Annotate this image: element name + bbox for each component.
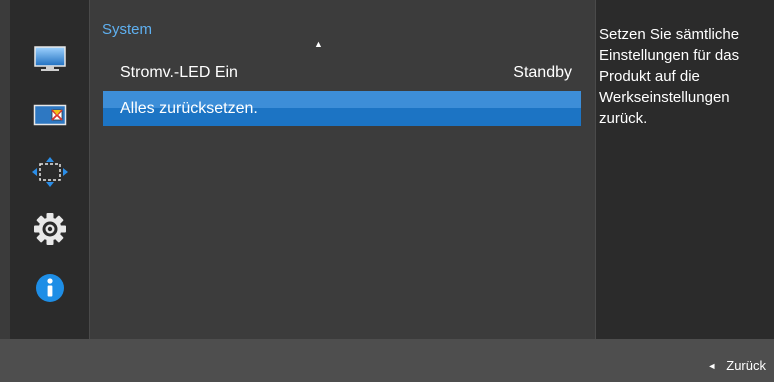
help-text: Setzen Sie sämtliche Einstellungen für d…: [599, 26, 740, 127]
menu-item-label: Alles zurücksetzen.: [120, 100, 258, 117]
picture-icon: [33, 46, 66, 71]
rail-item-picture[interactable]: [10, 32, 89, 84]
rail-item-onscreen-display[interactable]: [10, 89, 89, 141]
menu-title: System: [102, 21, 153, 38]
footer-bar: ◄ Zurück: [0, 339, 774, 382]
category-rail: [10, 0, 89, 339]
information-icon: [35, 274, 64, 302]
menu-item-reset-all[interactable]: Alles zurücksetzen.: [103, 91, 581, 126]
scroll-up-indicator-icon[interactable]: ▲: [314, 40, 323, 49]
system-gear-icon: [33, 213, 66, 245]
rail-item-system[interactable]: [10, 203, 89, 255]
osd-screen: System ▲ Stromv.-LED Ein Standby Alles z…: [0, 0, 774, 382]
back-button[interactable]: ◄ Zurück: [707, 358, 766, 373]
menu-item-value: Standby: [513, 63, 572, 81]
menu-item-label: Stromv.-LED Ein: [120, 63, 238, 81]
back-label: Zurück: [726, 358, 766, 373]
menu-panel: System ▲ Stromv.-LED Ein Standby Alles z…: [89, 0, 596, 339]
help-panel: Setzen Sie sämtliche Einstellungen für d…: [595, 0, 774, 339]
position-size-icon: [31, 157, 68, 187]
onscreen-display-icon: [33, 104, 66, 126]
back-arrow-icon: ◄: [707, 360, 717, 371]
rail-item-information[interactable]: [10, 262, 89, 314]
menu-item-power-led[interactable]: Stromv.-LED Ein Standby: [103, 56, 581, 89]
rail-item-position-size[interactable]: [10, 146, 89, 198]
